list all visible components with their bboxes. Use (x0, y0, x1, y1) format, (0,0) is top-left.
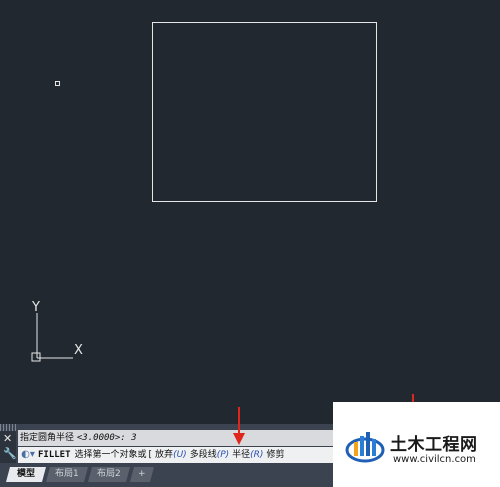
option-trim[interactable]: 修剪 (266, 447, 284, 463)
rectangle-object[interactable] (152, 22, 377, 202)
command-history-line: 指定圆角半径 <3.0000>: 3 (18, 430, 333, 446)
command-prompt: 选择第一个对象或 (74, 450, 147, 460)
watermark-logo: 土木工程网 www.civilcn.com (333, 402, 500, 487)
wrench-icon[interactable]: 🔧 (3, 447, 17, 460)
command-window-grip[interactable] (0, 424, 18, 431)
history-value: <3.0000>: 3 (76, 433, 137, 443)
pickbox-cursor (55, 81, 60, 86)
annotation-arrow-down-icon (233, 407, 245, 445)
tab-layout2[interactable]: 布局2 (87, 467, 131, 482)
command-dropdown-icon[interactable]: ◐▾ (18, 447, 38, 463)
option-undo[interactable]: 放弃(U) (155, 447, 187, 463)
watermark-title: 土木工程网 (390, 435, 478, 455)
tab-model[interactable]: 模型 (5, 467, 47, 482)
ucs-x-label: X (74, 343, 83, 358)
option-radius[interactable]: 半径(R) (232, 447, 263, 463)
command-window-side: ✕ 🔧 (0, 431, 17, 463)
civilcn-logo-icon (345, 432, 385, 463)
command-prompt-line[interactable]: ◐▾ FILLET 选择第一个对象或 [ 放弃(U) 多段线(P) 半径(R) … (18, 447, 333, 463)
command-name: FILLET (38, 450, 71, 460)
drawing-canvas[interactable]: Y X (0, 0, 500, 424)
history-prefix: 指定圆角半径 (20, 433, 75, 443)
layout-tabs: 模型 布局1 布局2 + (0, 463, 333, 487)
ucs-y-label: Y (32, 300, 40, 315)
option-bracket: [ (148, 450, 153, 460)
close-icon[interactable]: ✕ (3, 432, 12, 445)
watermark-url: www.civilcn.com (393, 454, 476, 465)
tab-layout1[interactable]: 布局1 (45, 467, 89, 482)
tab-add-button[interactable]: + (129, 467, 155, 482)
option-polyline[interactable]: 多段线(P) (190, 447, 229, 463)
ucs-icon: Y X (26, 300, 96, 364)
